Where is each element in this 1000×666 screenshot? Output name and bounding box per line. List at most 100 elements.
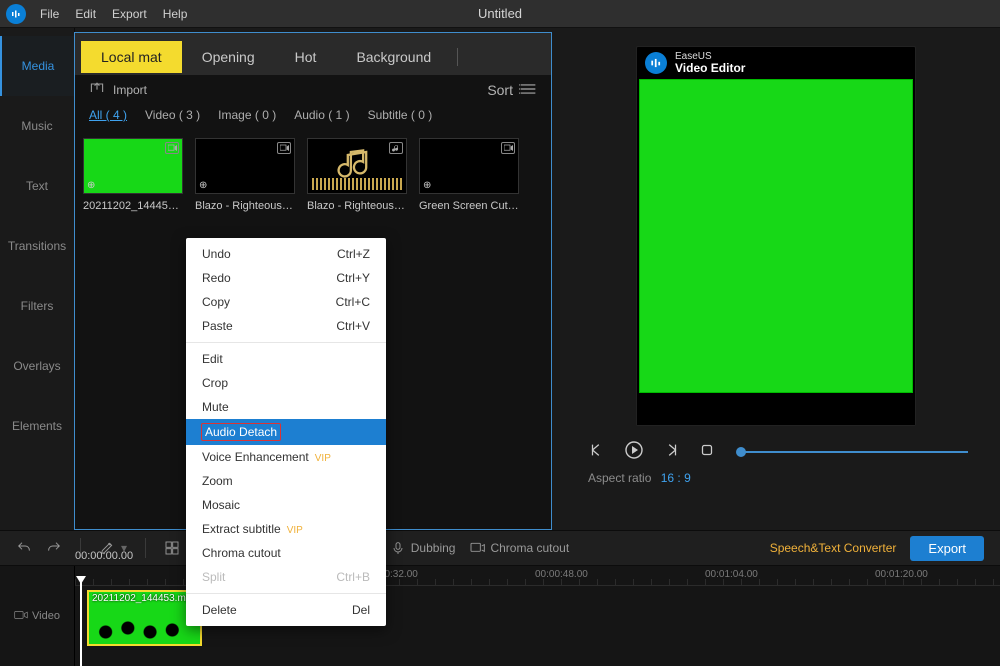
thumb-caption: 20211202_144453.m...: [83, 200, 183, 212]
ruler-tick: 00:01:20.00: [875, 569, 928, 580]
media-tab-opening[interactable]: Opening: [182, 41, 275, 73]
menu-edit[interactable]: Edit: [67, 7, 104, 21]
media-filter[interactable]: Image ( 0 ): [218, 108, 276, 122]
app-logo-icon: [6, 4, 26, 24]
import-button[interactable]: Import: [89, 81, 147, 98]
context-menu: UndoCtrl+ZRedoCtrl+YCopyCtrl+CPasteCtrl+…: [186, 238, 386, 626]
brand-line2: Video Editor: [675, 62, 745, 75]
ctx-mute[interactable]: Mute: [186, 395, 386, 419]
import-label: Import: [113, 83, 147, 97]
media-filter[interactable]: All ( 4 ): [89, 108, 127, 122]
undo-button[interactable]: [16, 540, 32, 556]
sidebar-tab-overlays[interactable]: Overlays: [0, 336, 74, 396]
thumb-caption: Green Screen Cutout...: [419, 200, 519, 212]
video-track-icon: [14, 609, 28, 624]
chroma-button[interactable]: Chroma cutout: [469, 540, 569, 556]
timeline-toolbar: ▾ Mosaic Freeze Duration Dubbing Chroma …: [0, 530, 1000, 566]
ctx-undo[interactable]: UndoCtrl+Z: [186, 242, 386, 266]
sidebar-tab-music[interactable]: Music: [0, 96, 74, 156]
thumb-type-icon: [165, 142, 179, 154]
playhead[interactable]: [80, 582, 82, 666]
ctx-extract-subtitle[interactable]: Extract subtitleVIP: [186, 517, 386, 541]
brand-logo-icon: [645, 52, 667, 74]
ctx-shortcut: Ctrl+Z: [337, 247, 370, 261]
ctx-zoom[interactable]: Zoom: [186, 469, 386, 493]
timeline-track-header: Video: [0, 566, 75, 666]
sidebar-tab-elements[interactable]: Elements: [0, 396, 74, 456]
thumb-type-icon: [389, 142, 403, 154]
add-to-timeline-icon[interactable]: ⊕: [199, 180, 207, 191]
dubbing-label: Dubbing: [411, 541, 456, 555]
next-frame-button[interactable]: [662, 441, 680, 462]
ctx-shortcut: Ctrl+B: [336, 570, 370, 584]
sort-label: Sort: [487, 82, 513, 98]
ctx-paste[interactable]: PasteCtrl+V: [186, 314, 386, 338]
speech-text-button[interactable]: Speech&Text Converter: [770, 541, 897, 555]
ctx-copy[interactable]: CopyCtrl+C: [186, 290, 386, 314]
media-thumbs: ⊕ 20211202_144453.m... ⊕ Blazo - Righteous …: [75, 130, 551, 220]
ctx-split: SplitCtrl+B: [186, 565, 386, 589]
media-thumb[interactable]: Blazo - Righteous Pa...: [307, 138, 407, 212]
media-tab-local-mat[interactable]: Local mat: [81, 41, 182, 73]
dubbing-button[interactable]: Dubbing: [390, 540, 456, 556]
video-track-label: Video: [32, 610, 60, 622]
media-tab-hot[interactable]: Hot: [275, 41, 337, 73]
timeline-clip[interactable]: 🔈 🔒 20211202_144453.mp4: [87, 590, 202, 646]
media-filter[interactable]: Subtitle ( 0 ): [368, 108, 433, 122]
preview-frame: [639, 79, 913, 393]
thumb-type-icon: [501, 142, 515, 154]
ctx-chroma-cutout[interactable]: Chroma cutout: [186, 541, 386, 565]
sort-icon: [519, 82, 537, 98]
sidebar-tab-text[interactable]: Text: [0, 156, 74, 216]
sidebar: MediaMusicTextTransitionsFiltersOverlays…: [0, 28, 75, 530]
preview-panel: EaseUS Video Editor Aspect ratio 16 : 9: [552, 28, 1000, 530]
sidebar-tab-transitions[interactable]: Transitions: [0, 216, 74, 276]
media-filter-row: All ( 4 ) Video ( 3 ) Image ( 0 ) Audio ( 1…: [75, 104, 551, 130]
ctx-edit[interactable]: Edit: [186, 347, 386, 371]
thumb-type-icon: [277, 142, 291, 154]
timeline: Video 00:00:00.00 00:00:16.0000:00:32.00…: [0, 566, 1000, 666]
ruler-tick: 00:00:48.00: [535, 569, 588, 580]
export-button[interactable]: Export: [910, 536, 984, 561]
media-filter[interactable]: Audio ( 1 ): [294, 108, 349, 122]
media-tab-background[interactable]: Background: [336, 41, 451, 73]
add-to-timeline-icon[interactable]: ⊕: [87, 180, 95, 191]
preview-video: EaseUS Video Editor: [636, 46, 916, 426]
aspect-value[interactable]: 16 : 9: [661, 471, 691, 485]
timeline-counter: 00:00:00.00: [75, 550, 133, 562]
ctx-shortcut: Ctrl+Y: [336, 271, 370, 285]
menu-bar: FileEditExportHelp Untitled: [0, 0, 1000, 28]
stop-button[interactable]: [698, 441, 716, 462]
clip-name: 20211202_144453.mp4: [92, 593, 197, 604]
prev-frame-button[interactable]: [588, 441, 606, 462]
sidebar-tab-media[interactable]: Media: [0, 36, 74, 96]
ctx-shortcut: Ctrl+V: [336, 319, 370, 333]
ctx-audio-detach[interactable]: Audio Detach: [186, 419, 386, 445]
sort-button[interactable]: Sort: [487, 82, 537, 98]
menu-export[interactable]: Export: [104, 7, 155, 21]
aspect-label: Aspect ratio: [588, 471, 651, 485]
ctx-shortcut: Ctrl+C: [336, 295, 370, 309]
sidebar-tab-filters[interactable]: Filters: [0, 276, 74, 336]
ctx-shortcut: Del: [352, 603, 370, 617]
ctx-voice-enhancement[interactable]: Voice EnhancementVIP: [186, 445, 386, 469]
ctx-crop[interactable]: Crop: [186, 371, 386, 395]
media-thumb[interactable]: ⊕ Blazo - Righteous Pa...: [195, 138, 295, 212]
thumb-caption: Blazo - Righteous Pa...: [307, 200, 407, 212]
import-icon: [89, 81, 105, 98]
chroma-label: Chroma cutout: [490, 541, 569, 555]
play-button[interactable]: [624, 440, 644, 463]
menu-file[interactable]: File: [32, 7, 67, 21]
ruler-tick: 00:01:04.00: [705, 569, 758, 580]
seek-slider[interactable]: [742, 451, 968, 453]
menu-help[interactable]: Help: [155, 7, 196, 21]
thumb-caption: Blazo - Righteous Pa...: [195, 200, 295, 212]
media-filter[interactable]: Video ( 3 ): [145, 108, 200, 122]
media-thumb[interactable]: ⊕ 20211202_144453.m...: [83, 138, 183, 212]
ctx-delete[interactable]: DeleteDel: [186, 598, 386, 622]
redo-button[interactable]: [46, 540, 62, 556]
media-thumb[interactable]: ⊕ Green Screen Cutout...: [419, 138, 519, 212]
add-to-timeline-icon[interactable]: ⊕: [423, 180, 431, 191]
ctx-mosaic[interactable]: Mosaic: [186, 493, 386, 517]
ctx-redo[interactable]: RedoCtrl+Y: [186, 266, 386, 290]
